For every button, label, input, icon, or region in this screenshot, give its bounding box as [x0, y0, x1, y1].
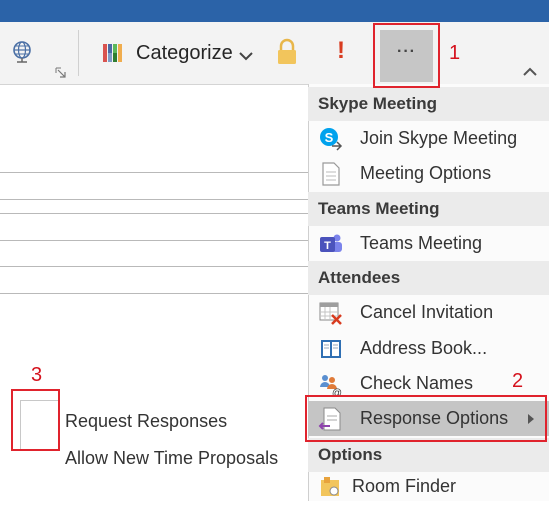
section-teams-meeting: Teams Meeting [308, 192, 549, 226]
menu-item-label: Check Names [360, 373, 474, 393]
svg-text:T: T [324, 240, 331, 252]
ribbon-separator [78, 30, 79, 76]
section-options: Options [308, 438, 549, 472]
title-bar-strip [0, 0, 549, 22]
menu-item-address-book[interactable]: Address Book... [308, 331, 549, 366]
importance-high-icon[interactable]: ! [330, 36, 352, 66]
menu-item-label: Join Skype Meeting [360, 128, 518, 148]
menu-item-join-skype-meeting[interactable]: S Join Skype Meeting [308, 121, 549, 156]
lock-icon[interactable] [274, 38, 300, 66]
annotation-number-2: 2 [512, 370, 524, 392]
menu-item-room-finder[interactable]: Room Finder [308, 472, 549, 501]
cancel-invitation-icon [318, 300, 344, 326]
globe-icon[interactable] [11, 40, 35, 64]
menu-item-label: Room Finder [352, 476, 457, 496]
menu-item-label: Teams Meeting [360, 233, 483, 253]
field-divider [0, 213, 308, 214]
svg-text:S: S [325, 130, 334, 145]
chevron-down-icon [239, 48, 253, 61]
field-divider [0, 172, 308, 173]
teams-icon: T [318, 231, 344, 257]
section-skype-meeting: Skype Meeting [308, 87, 549, 121]
dialog-launcher-icon[interactable] [55, 66, 67, 78]
address-book-icon [318, 336, 344, 362]
collapse-ribbon-icon[interactable] [522, 64, 538, 76]
allow-new-time-proposals-option[interactable]: Allow New Time Proposals [65, 448, 278, 469]
menu-item-cancel-invitation[interactable]: Cancel Invitation [308, 295, 549, 330]
menu-item-label: Address Book... [360, 338, 488, 358]
request-responses-option[interactable]: Request Responses [65, 411, 227, 432]
categorize-icon [101, 42, 123, 64]
menu-item-label: Meeting Options [360, 163, 492, 183]
field-divider [0, 293, 308, 294]
menu-item-teams-meeting[interactable]: T Teams Meeting [308, 226, 549, 261]
field-divider [0, 266, 308, 267]
section-attendees: Attendees [308, 261, 549, 295]
annotation-box-3 [11, 389, 60, 451]
categorize-label: Categorize [136, 41, 233, 64]
annotation-box-2 [305, 395, 547, 442]
menu-item-meeting-options[interactable]: Meeting Options [308, 156, 549, 191]
annotation-box-1 [373, 23, 440, 88]
room-finder-icon [318, 474, 344, 500]
check-names-icon: @ [318, 371, 344, 399]
annotation-number-3: 3 [31, 364, 43, 386]
field-divider [0, 240, 308, 241]
categorize-button[interactable]: Categorize [98, 34, 254, 72]
field-divider [0, 199, 308, 200]
skype-icon: S [318, 126, 344, 152]
menu-item-label: Cancel Invitation [360, 302, 494, 322]
annotation-number-1: 1 [449, 42, 461, 64]
document-icon [318, 161, 344, 187]
